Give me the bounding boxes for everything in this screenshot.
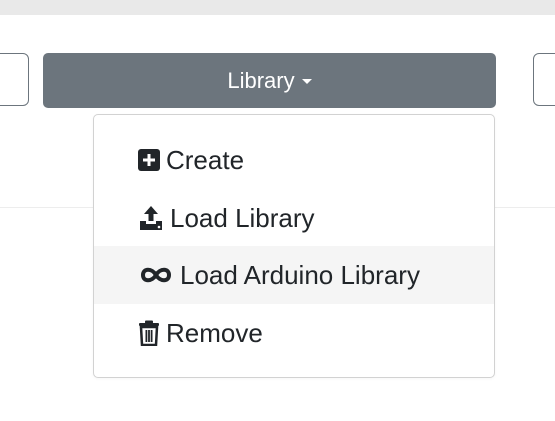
trash-icon	[138, 320, 160, 346]
library-button-label: Library	[227, 67, 295, 93]
left-adjacent-button[interactable]	[0, 53, 29, 106]
infinity-icon	[138, 265, 174, 285]
library-dropdown-button[interactable]: Library	[43, 53, 496, 108]
menu-item-label: Remove	[166, 318, 263, 348]
menu-item-remove[interactable]: Remove	[94, 304, 494, 362]
caret-down-icon	[301, 79, 312, 84]
top-toolbar-strip	[0, 0, 555, 15]
right-adjacent-button[interactable]	[533, 53, 555, 106]
upload-icon	[138, 205, 164, 231]
library-dropdown-menu: Create Load Library Load Arduino Library	[93, 114, 495, 378]
menu-item-create[interactable]: Create	[94, 131, 494, 189]
menu-item-label: Load Library	[170, 203, 315, 233]
menu-item-load-arduino-library[interactable]: Load Arduino Library	[94, 246, 494, 304]
menu-item-load-library[interactable]: Load Library	[94, 189, 494, 247]
plus-square-icon	[138, 149, 160, 171]
menu-item-label: Load Arduino Library	[180, 260, 420, 290]
menu-item-label: Create	[166, 145, 245, 175]
